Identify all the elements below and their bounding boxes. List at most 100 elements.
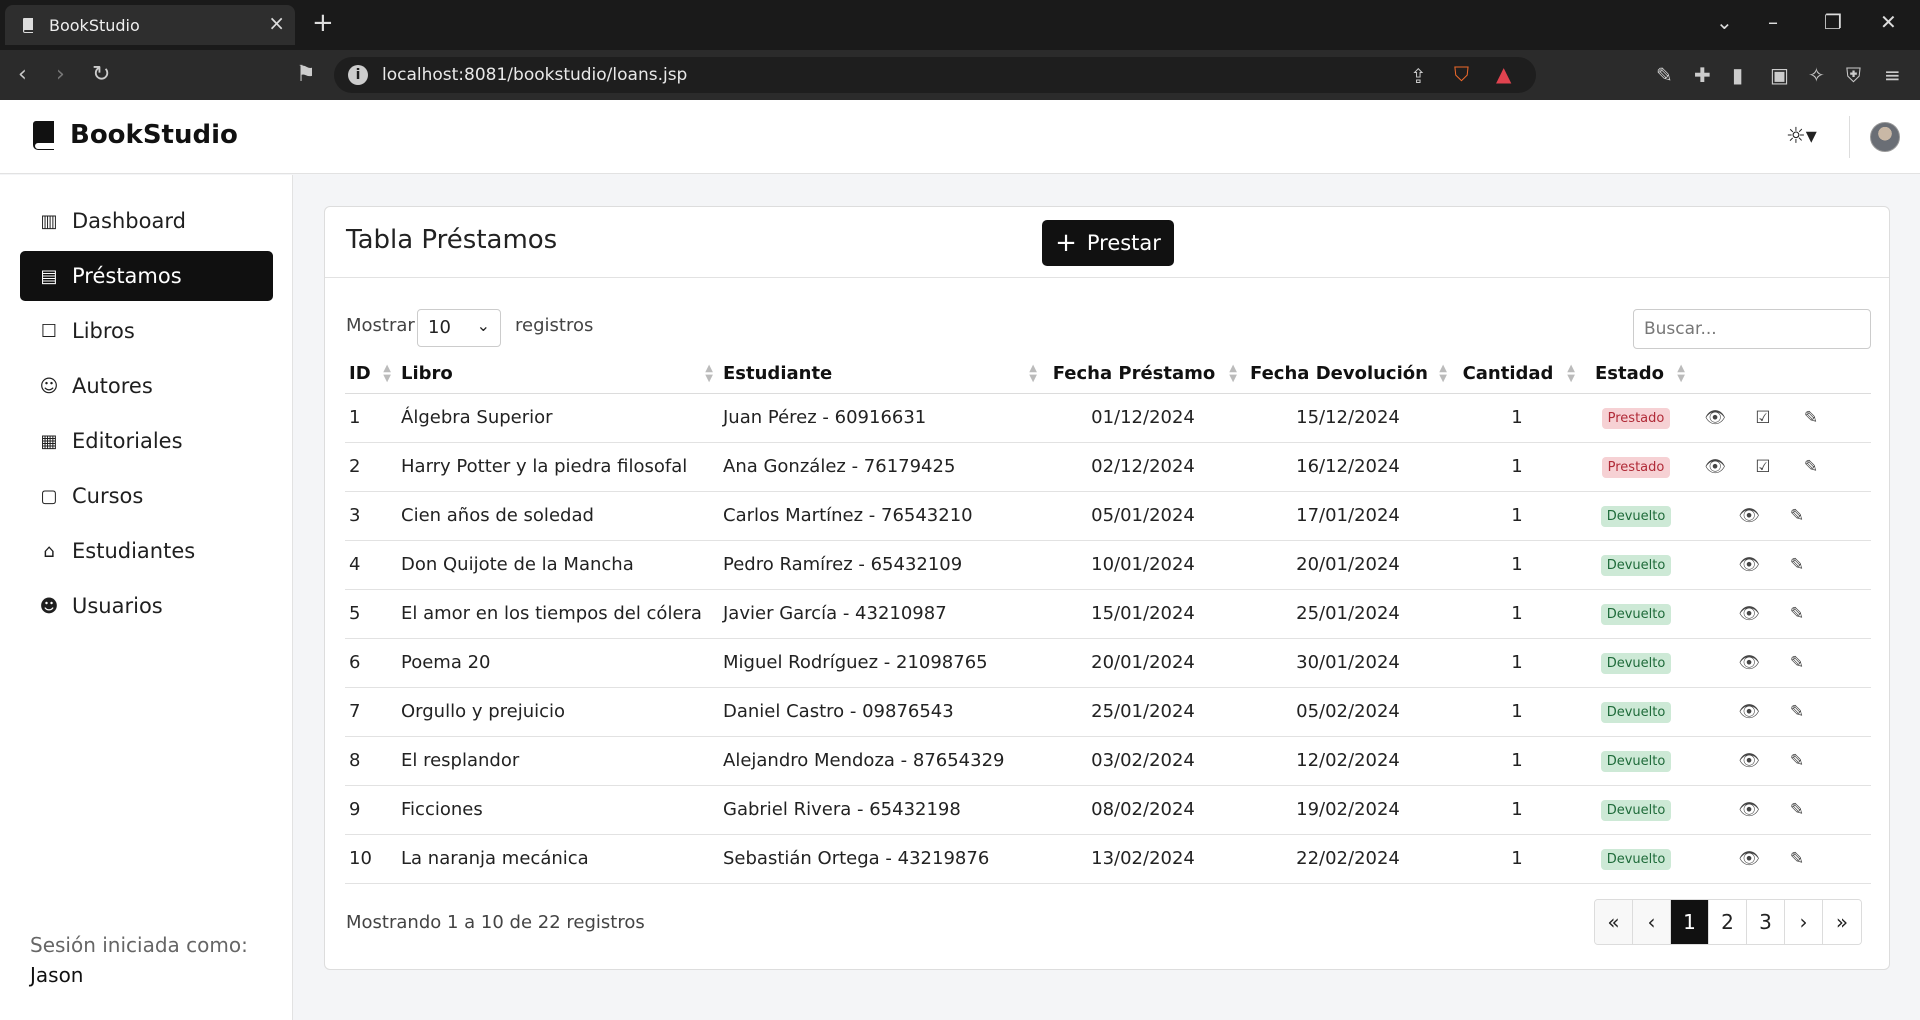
eye-icon[interactable]: 👁	[1704, 408, 1726, 428]
eye-icon[interactable]: 👁	[1738, 800, 1760, 820]
cell-quantity: 1	[1453, 785, 1581, 835]
cell-id: 5	[345, 589, 397, 639]
sidebar-item-prestamos[interactable]: ▤ Préstamos	[20, 251, 273, 301]
eye-icon[interactable]: 👁	[1738, 751, 1760, 771]
forward-icon[interactable]: ›	[56, 62, 65, 87]
pencil-icon[interactable]: ✎	[1800, 457, 1822, 477]
eye-icon[interactable]: 👁	[1738, 702, 1760, 722]
page-1[interactable]: 1	[1671, 900, 1709, 944]
length-select[interactable]: 10 ⌄	[417, 309, 501, 347]
leo-icon[interactable]: ✧	[1808, 63, 1825, 87]
eye-icon[interactable]: 👁	[1704, 457, 1726, 477]
column-header-libro[interactable]: Libro ▲ ▼	[397, 355, 719, 394]
share-icon[interactable]: ⇪	[1410, 64, 1427, 88]
new-tab-icon[interactable]: +	[312, 8, 334, 38]
back-icon[interactable]: ‹	[18, 62, 27, 87]
check-square-icon[interactable]: ☑	[1752, 408, 1774, 428]
table-row: 2 Harry Potter y la piedra filosofal Ana…	[345, 442, 1871, 492]
column-header-fecha-prestamo[interactable]: Fecha Préstamo ▲ ▼	[1043, 355, 1243, 394]
user-plus-icon: ☺	[39, 375, 59, 397]
brand[interactable]: BookStudio	[30, 120, 238, 150]
sidebar-item-estudiantes[interactable]: ⌂ Estudiantes	[20, 526, 273, 576]
column-header-id[interactable]: ID ▲ ▼	[345, 355, 397, 394]
pencil-icon[interactable]: ✎	[1786, 604, 1808, 624]
pencil-icon[interactable]: ✎	[1786, 555, 1808, 575]
column-header-cantidad[interactable]: Cantidad ▲ ▼	[1453, 355, 1581, 394]
cell-quantity: 1	[1453, 638, 1581, 688]
cell-return-date: 20/01/2024	[1243, 540, 1453, 590]
avatar[interactable]	[1870, 122, 1900, 152]
sidebar-item-dashboard[interactable]: ▥ Dashboard	[20, 196, 273, 246]
cell-loan-date: 08/02/2024	[1043, 785, 1243, 835]
check-square-icon[interactable]: ☑	[1752, 457, 1774, 477]
cell-quantity: 1	[1453, 442, 1581, 492]
menu-icon[interactable]: ≡	[1884, 63, 1901, 87]
table-row: 6 Poema 20 Miguel Rodríguez - 21098765 2…	[345, 638, 1871, 688]
sidebar-item-label: Estudiantes	[72, 539, 196, 563]
theme-toggle-icon[interactable]: ☼▾	[1786, 124, 1817, 149]
page-prev[interactable]: ‹	[1633, 900, 1671, 944]
sidebar-item-usuarios[interactable]: ☻ Usuarios	[20, 581, 273, 631]
status-badge: Devuelto	[1600, 555, 1672, 576]
close-window-icon[interactable]: ✕	[1880, 10, 1897, 34]
sidebar-item-autores[interactable]: ☺ Autores	[20, 361, 273, 411]
eye-icon[interactable]: 👁	[1738, 604, 1760, 624]
pencil-icon[interactable]: ✎	[1786, 702, 1808, 722]
cell-book: Cien años de soledad	[397, 491, 719, 541]
eye-icon[interactable]: 👁	[1738, 849, 1760, 869]
rewards-icon[interactable]: ▲	[1496, 62, 1511, 86]
cell-quantity: 1	[1453, 687, 1581, 737]
pencil-icon[interactable]: ✎	[1786, 653, 1808, 673]
pen-icon[interactable]: ✎	[1656, 63, 1673, 87]
browser-tab[interactable]: BookStudio ×	[5, 5, 295, 45]
sort-icon: ▲ ▼	[1029, 363, 1037, 384]
cell-book: La naranja mecánica	[397, 834, 719, 884]
page-3[interactable]: 3	[1747, 900, 1785, 944]
pencil-icon[interactable]: ✎	[1800, 408, 1822, 428]
page-2[interactable]: 2	[1709, 900, 1747, 944]
column-header-estudiante[interactable]: Estudiante ▲ ▼	[719, 355, 1043, 394]
reload-icon[interactable]: ↻	[92, 62, 110, 87]
page-first[interactable]: «	[1595, 900, 1633, 944]
eye-icon[interactable]: 👁	[1738, 506, 1760, 526]
brave-shield-icon[interactable]: ⛉	[1454, 62, 1469, 86]
cell-student: Miguel Rodríguez - 21098765	[719, 638, 1043, 688]
pencil-icon[interactable]: ✎	[1786, 506, 1808, 526]
vpn-icon[interactable]: ⛨	[1846, 63, 1861, 87]
column-header-estado[interactable]: Estado ▲ ▼	[1581, 355, 1691, 394]
restore-icon[interactable]: ❐	[1824, 10, 1842, 34]
cell-id: 7	[345, 687, 397, 737]
page-last[interactable]: »	[1823, 900, 1861, 944]
eye-icon[interactable]: 👁	[1738, 555, 1760, 575]
pencil-icon[interactable]: ✎	[1786, 751, 1808, 771]
sidebar-item-label: Editoriales	[72, 429, 183, 453]
cell-book: El amor en los tiempos del cólera	[397, 589, 719, 639]
page-next[interactable]: ›	[1785, 900, 1823, 944]
sidebar-item-libros[interactable]: ☐ Libros	[20, 306, 273, 356]
column-header-actions	[1691, 355, 1871, 394]
bookmark-icon[interactable]: ⚑	[296, 62, 316, 87]
cell-id: 3	[345, 491, 397, 541]
sidebar-icon[interactable]: ▮	[1732, 63, 1743, 87]
extensions-icon[interactable]: ✚	[1694, 63, 1711, 87]
column-header-fecha-devolucion[interactable]: Fecha Devolución ▲ ▼	[1243, 355, 1453, 394]
add-loan-button[interactable]: + Prestar	[1042, 220, 1174, 266]
site-info-icon[interactable]: i	[348, 65, 368, 85]
table-row: 3 Cien años de soledad Carlos Martínez -…	[345, 491, 1871, 541]
close-tab-icon[interactable]: ×	[268, 11, 285, 35]
sidebar-item-editoriales[interactable]: ▦ Editoriales	[20, 416, 273, 466]
cell-quantity: 1	[1453, 540, 1581, 590]
cell-book: Don Quijote de la Mancha	[397, 540, 719, 590]
minimize-icon[interactable]: –	[1768, 10, 1778, 34]
pencil-icon[interactable]: ✎	[1786, 800, 1808, 820]
eye-icon[interactable]: 👁	[1738, 653, 1760, 673]
status-badge: Devuelto	[1600, 653, 1672, 674]
tab-list-icon[interactable]: ⌄	[1716, 10, 1733, 34]
pencil-icon[interactable]: ✎	[1786, 849, 1808, 869]
cell-id: 2	[345, 442, 397, 492]
sidebar-item-cursos[interactable]: ▢ Cursos	[20, 471, 273, 521]
sidebar-item-label: Autores	[72, 374, 153, 398]
wallet-icon[interactable]: ▣	[1770, 63, 1789, 87]
address-bar[interactable]: i localhost:8081/bookstudio/loans.jsp ⇪ …	[334, 57, 1536, 93]
search-input[interactable]: Buscar...	[1633, 309, 1871, 349]
